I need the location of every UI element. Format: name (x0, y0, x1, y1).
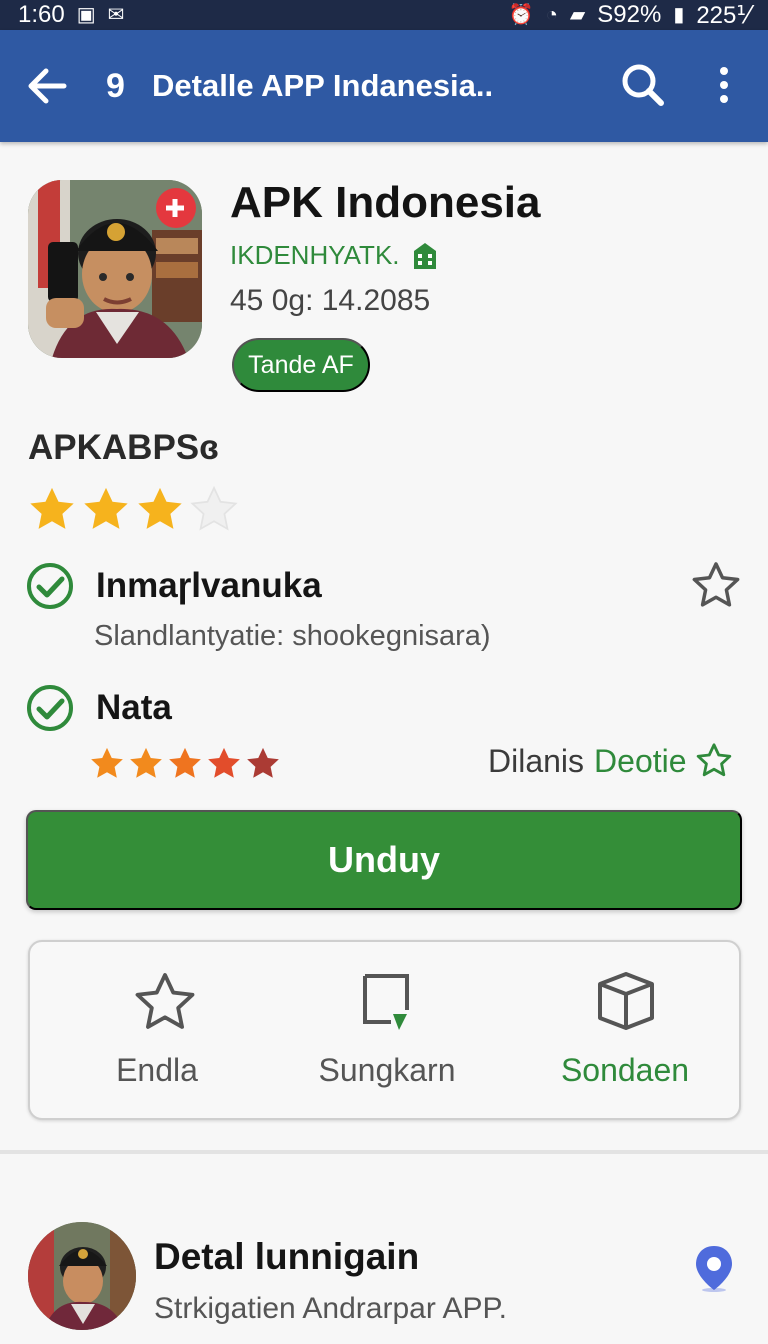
app-bar-number: 9 (106, 66, 125, 105)
star-full-icon (84, 487, 128, 529)
download-button[interactable]: Unduy (26, 810, 742, 910)
action-favorite[interactable]: Endla (38, 942, 276, 1118)
location-pin-icon[interactable] (692, 1244, 736, 1292)
app-bar: 9 Detalle APP Indanesia.. (0, 30, 768, 142)
more-vertical-icon[interactable] (704, 60, 744, 110)
action-label: Sondaen (560, 1052, 690, 1088)
developer-name: IKDENHYATK. (230, 240, 400, 270)
star-full-icon (91, 747, 123, 778)
share-box-icon (363, 974, 409, 1030)
developer-link[interactable]: IKDENHYATK. (230, 240, 438, 271)
status-extra-text: 225⅟ (696, 1, 750, 29)
back-arrow-icon[interactable] (22, 61, 72, 111)
battery-text: S92% (597, 1, 662, 28)
details-link[interactable]: Dilanis Deotie (488, 742, 733, 780)
battery-icon: ▮ (673, 4, 685, 26)
action-send[interactable]: Sondaen (506, 942, 744, 1118)
alarm-icon: ⏰ (508, 4, 534, 26)
signal-icon: ▰ (569, 4, 586, 26)
star-full-icon (208, 747, 240, 778)
details-link-prefix: Dilanis (488, 742, 585, 779)
action-label: Endla (116, 1052, 198, 1088)
feature-item: Nata (26, 684, 172, 732)
related-avatar[interactable] (28, 1222, 136, 1330)
rating-stars (88, 744, 282, 784)
action-label: Sungkarn (318, 1052, 456, 1088)
related-subtitle: Strkigatien Andrarpar APP. (154, 1292, 507, 1325)
star-full-icon (169, 747, 201, 778)
building-icon (413, 242, 436, 269)
check-circle-icon (27, 563, 73, 609)
section-title: APKABPSɞ (28, 428, 219, 467)
app-icon (28, 180, 202, 358)
tag-button[interactable]: Tande AF (232, 338, 370, 392)
feature-item: Inmaɼlvanuka (26, 562, 322, 610)
feature-title: Nata (96, 688, 172, 727)
notification-icon: ▣ (76, 4, 96, 26)
star-full-icon (30, 487, 74, 529)
action-share[interactable]: Sungkarn (268, 942, 506, 1118)
search-icon[interactable] (618, 60, 668, 110)
star-outline-icon (135, 973, 195, 1029)
wifi-icon: ◔ (545, 4, 558, 26)
star-full-icon (247, 747, 279, 778)
feature-subtitle: Slandlantyatie: shookegnisara) (94, 620, 491, 652)
star-empty-icon (190, 485, 238, 531)
app-bar-title: Detalle APP Indanesia.. (152, 68, 494, 103)
feature-title: Inmaɼlvanuka (96, 566, 322, 605)
app-name: APK Indonesia (230, 178, 541, 227)
status-time: 1:60 (18, 1, 65, 28)
check-circle-icon (27, 685, 73, 731)
details-link-text: Deotie (594, 742, 687, 779)
app-meta: 45 0g: 14.2085 (230, 284, 431, 317)
rating-stars (26, 484, 240, 536)
box-icon (598, 972, 654, 1030)
related-title: Detal lunnigain (154, 1236, 420, 1277)
star-outline-icon (696, 743, 731, 777)
section-divider (0, 1150, 768, 1154)
status-bar: 1:60 ▣ ✉ ⏰ ◔ ▰ S92% ▮ 225⅟ (0, 0, 768, 30)
mail-icon: ✉ (107, 4, 125, 26)
star-full-icon (130, 747, 162, 778)
action-panel: Endla Sungkarn Sondaen (28, 940, 741, 1120)
star-full-icon (138, 487, 182, 529)
star-outline-icon[interactable] (690, 560, 742, 612)
